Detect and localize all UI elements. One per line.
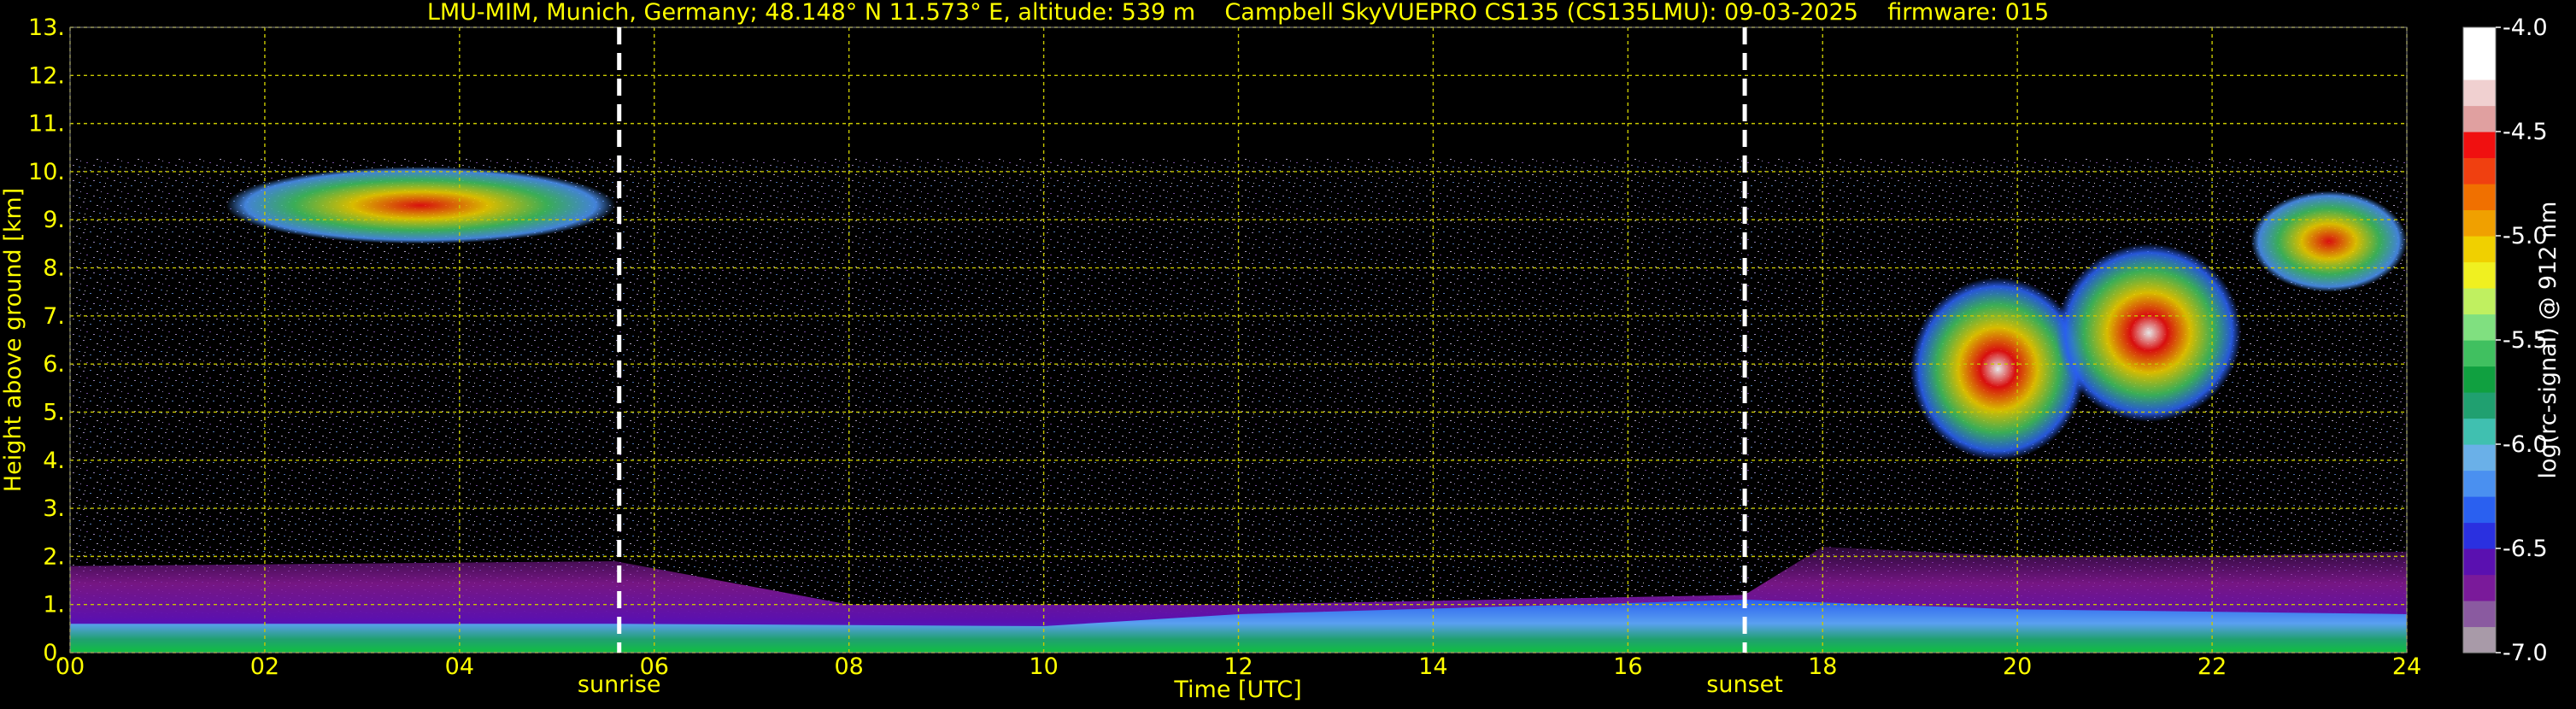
y-tick-label: 9.: [43, 207, 65, 233]
cloud-cirrus-early: [226, 167, 616, 244]
colorbar-segment: [2463, 496, 2496, 524]
colorbar-segment: [2463, 53, 2496, 80]
colorbar-segment: [2463, 105, 2496, 132]
colorbar-segment: [2463, 288, 2496, 315]
colorbar-segment: [2463, 184, 2496, 211]
cloud-cirrus-evening-a: [1910, 277, 2086, 460]
colorbar-segment: [2463, 27, 2496, 55]
colorbar-segment: [2463, 548, 2496, 576]
x-tick-label: 08: [834, 653, 863, 680]
colorbar-segment: [2463, 261, 2496, 289]
colorbar-tick-label: -6.5: [2503, 536, 2548, 562]
colorbar-tick-label: -4.0: [2503, 15, 2548, 41]
colorbar-tick-label: -7.0: [2503, 640, 2548, 666]
x-tick-label: 06: [640, 653, 669, 680]
y-tick-label: 7.: [43, 303, 65, 330]
x-tick-label: 04: [445, 653, 474, 680]
y-tick-label: 2.: [43, 543, 65, 570]
colorbar: [2462, 26, 2497, 653]
colorbar-segment: [2463, 209, 2496, 237]
cloud-cirrus-evening-c: [2250, 190, 2407, 292]
colorbar-tick-label: -4.5: [2503, 119, 2548, 145]
colorbar-segment: [2463, 392, 2496, 419]
y-axis-label: Height above ground [km]: [0, 188, 26, 492]
sunset-label: sunset: [1706, 671, 1783, 698]
ceilometer-chart: sunrise sunset 00 02 04 06 08 10 12 14 16 18 20 22 24…: [0, 0, 2561, 703]
y-tick-label: 5.: [43, 399, 65, 425]
y-tick-label: 10.: [28, 159, 65, 185]
y-tick-label: 1.: [43, 592, 65, 618]
x-tick-label: 16: [1613, 653, 1642, 680]
colorbar-segment: [2463, 132, 2496, 159]
colorbar-segment: [2463, 444, 2496, 472]
y-tick-label: 3.: [43, 495, 65, 522]
y-axis-ticks: 0. 1. 2. 3. 4. 5. 6. 7. 8. 9. 10. 11. 12. 13.: [28, 15, 65, 666]
y-tick-label: 6.: [43, 351, 65, 378]
colorbar-segment: [2463, 236, 2496, 263]
y-tick-label: 11.: [28, 111, 65, 138]
colorbar-segment: [2463, 79, 2496, 107]
y-tick-label: 4.: [43, 448, 65, 474]
x-tick-label: 10: [1029, 653, 1058, 680]
x-axis-label: Time [UTC]: [1173, 677, 1301, 703]
y-tick-label: 13.: [28, 15, 65, 41]
cloud-cirrus-evening-b: [2056, 243, 2242, 422]
x-tick-label: 24: [2392, 653, 2421, 680]
x-tick-label: 20: [2003, 653, 2032, 680]
colorbar-segment: [2463, 418, 2496, 445]
colorbar-segment: [2463, 601, 2496, 628]
y-tick-label: 0.: [43, 640, 65, 666]
colorbar-label: log(rc-signal) @ 912 nm: [2535, 202, 2561, 479]
x-tick-label: 02: [250, 653, 279, 680]
y-tick-label: 8.: [43, 255, 65, 282]
colorbar-segment: [2463, 340, 2496, 367]
x-tick-label: 14: [1418, 653, 1447, 680]
colorbar-segment: [2463, 366, 2496, 393]
colorbar-segment: [2463, 574, 2496, 601]
y-tick-label: 12.: [28, 62, 65, 89]
x-tick-label: 22: [2198, 653, 2227, 680]
colorbar-segment: [2463, 157, 2496, 185]
colorbar-segment: [2463, 522, 2496, 549]
colorbar-segment: [2463, 626, 2496, 653]
chart-title: LMU-MIM, Munich, Germany; 48.148° N 11.5…: [427, 0, 2049, 26]
colorbar-segment: [2463, 313, 2496, 341]
x-tick-label: 18: [1808, 653, 1837, 680]
ceilometer-figure: sunrise sunset 00 02 04 06 08 10 12 14 16 18 20 22 24…: [0, 0, 2576, 706]
colorbar-segment: [2463, 470, 2496, 497]
